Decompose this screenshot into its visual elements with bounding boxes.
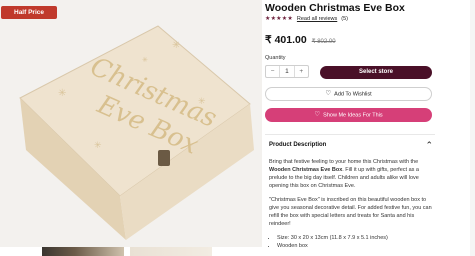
rating-row: ★★★★★ Read all reviews (5) — [265, 15, 348, 23]
current-price: ₹ 401.00 — [265, 34, 307, 46]
thumbnail-2[interactable] — [130, 247, 212, 256]
bullet-material: Wooden box — [277, 242, 432, 250]
chevron-up-icon: ⌃ — [425, 139, 433, 150]
product-title: Wooden Christmas Eve Box — [265, 2, 405, 14]
star-decor: ✳ — [172, 40, 180, 51]
description-bullets: Size: 30 x 20 x 13cm (11.8 x 7.9 x 5.1 i… — [269, 234, 432, 250]
product-description-toggle[interactable]: Product Description ⌃ — [265, 138, 435, 152]
decrease-quantity-button[interactable]: − — [266, 66, 279, 77]
product-gallery: ✳ ✳ ✳ ✳ ✳ Christmas Eve Box Half Price — [0, 0, 262, 256]
price-row: ₹ 401.00 ₹ 802.00 — [265, 34, 336, 46]
wishlist-label: Add To Wishlist — [334, 91, 372, 98]
thumbnail-1[interactable] — [42, 247, 124, 256]
divider — [265, 134, 435, 135]
quantity-value[interactable]: 1 — [279, 66, 295, 77]
page-scrollbar[interactable] — [470, 0, 475, 256]
quantity-stepper: − 1 + — [265, 65, 309, 78]
description-title: Product Description — [269, 142, 327, 148]
quantity-label: Quantity — [265, 55, 286, 61]
bullet-size: Size: 30 x 20 x 13cm (11.8 x 7.9 x 5.1 i… — [277, 234, 432, 242]
description-paragraph-2: "Christmas Eve Box" is inscribed on this… — [269, 197, 432, 227]
ideas-label: Show Me Ideas For This — [323, 112, 383, 119]
half-price-badge: Half Price — [1, 6, 57, 19]
heart-icon: ♡ — [325, 90, 332, 97]
description-body: Bring that festive feeling to your home … — [269, 158, 432, 250]
star-icon: ★★★★★ — [265, 16, 293, 22]
show-ideas-button[interactable]: ♡ Show Me Ideas For This — [265, 108, 432, 122]
original-price: ₹ 802.00 — [311, 39, 336, 45]
read-reviews-link[interactable]: Read all reviews — [297, 16, 337, 22]
product-image[interactable]: ✳ ✳ ✳ ✳ ✳ Christmas Eve Box — [0, 0, 262, 256]
latch-icon — [158, 150, 170, 166]
increase-quantity-button[interactable]: + — [295, 66, 308, 77]
select-store-button[interactable]: Select store — [320, 66, 432, 79]
star-decor: ✳ — [142, 56, 148, 64]
star-decor: ✳ — [94, 141, 102, 151]
gift-icon: ♡ — [314, 111, 321, 118]
add-to-wishlist-button[interactable]: ♡ Add To Wishlist — [265, 87, 432, 101]
star-decor: ✳ — [58, 88, 66, 99]
reviews-count: (5) — [341, 15, 348, 22]
description-paragraph-1: Bring that festive feeling to your home … — [269, 159, 419, 189]
